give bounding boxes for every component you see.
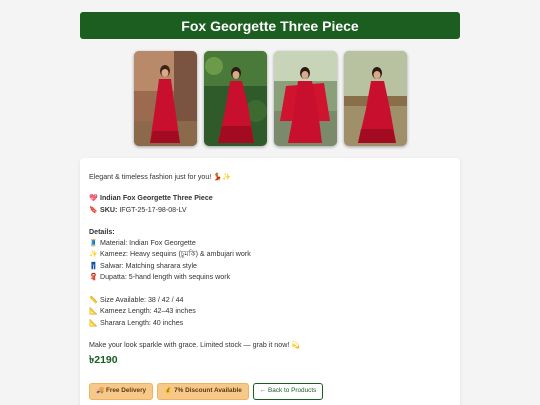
closing-text: Make your look sparkle with grace. Limit… <box>89 340 301 349</box>
sku-label: SKU: <box>99 205 118 214</box>
scarf-icon: 🧣 <box>89 274 98 282</box>
product-gallery <box>134 51 407 146</box>
size-item: 📐 Kameez Length: 42–43 inches <box>89 306 451 318</box>
product-thumbnail-1[interactable] <box>134 51 197 146</box>
product-name-line: 💖 Indian Fox Georgette Three Piece <box>89 193 451 205</box>
discount-label: 7% Discount Available <box>174 387 242 395</box>
model-photo <box>134 51 197 146</box>
ruler-icon: 📏 <box>89 296 98 304</box>
product-thumbnail-4[interactable] <box>344 51 407 146</box>
price: ৳2190 <box>89 353 118 366</box>
money-bag-icon: 💰 <box>164 387 173 395</box>
size-text: Size Available: 38 / 42 / 44 <box>99 295 184 304</box>
size-item: 📏 Size Available: 38 / 42 / 44 <box>89 295 451 307</box>
product-name: Indian Fox Georgette Three Piece <box>99 194 213 203</box>
sku-line: 🔖 SKU: IFGT-25-17-98-08-LV <box>89 205 451 217</box>
product-thumbnail-2[interactable] <box>204 51 267 146</box>
detail-item: 🧵 Material: Indian Fox Georgette <box>89 238 451 250</box>
free-delivery-label: Free Delivery <box>105 387 147 395</box>
detail-text: Material: Indian Fox Georgette <box>99 238 196 247</box>
jeans-icon: 👖 <box>89 262 98 270</box>
sku-value: IFGT-25-17-98-08-LV <box>119 205 187 214</box>
detail-text: Salwar: Matching sharara style <box>99 261 197 270</box>
detail-text: Kameez: Heavy sequins (চুমকি) & ambujari… <box>99 250 251 259</box>
tagline: Elegant & timeless fashion just for you!… <box>89 173 231 181</box>
detail-item: 👖 Salwar: Matching sharara style <box>89 261 451 273</box>
detail-item: ✨ Kameez: Heavy sequins (চুমকি) & ambuja… <box>89 249 451 261</box>
triangle-ruler-icon: 📐 <box>89 308 98 316</box>
model-photo <box>344 51 407 146</box>
product-details-card: Elegant & timeless fashion just for you!… <box>80 158 460 405</box>
back-label: ← Back to Products <box>259 387 317 395</box>
size-text: Kameez Length: 42–43 inches <box>99 307 196 316</box>
truck-icon: 🚚 <box>96 387 104 395</box>
tag-icon: 🔖 <box>89 206 98 214</box>
model-photo <box>274 51 337 146</box>
page-title: Fox Georgette Three Piece <box>80 12 460 39</box>
size-item: 📐 Sharara Length: 40 inches <box>89 318 451 330</box>
detail-item: 🧣 Dupatta: 5-hand length with sequins wo… <box>89 272 451 284</box>
triangle-ruler-icon: 📐 <box>89 319 98 327</box>
heart-icon: 💖 <box>89 195 98 203</box>
detail-text: Dupatta: 5-hand length with sequins work <box>99 273 231 282</box>
free-delivery-badge[interactable]: 🚚 Free Delivery <box>89 383 154 400</box>
discount-badge[interactable]: 💰 7% Discount Available <box>157 383 249 400</box>
details-heading: Details: <box>89 227 115 236</box>
back-to-products-button[interactable]: ← Back to Products <box>252 383 324 400</box>
sparkles-icon: ✨ <box>89 251 98 259</box>
product-thumbnail-3[interactable] <box>274 51 337 146</box>
size-text: Sharara Length: 40 inches <box>99 318 184 327</box>
action-buttons: 🚚 Free Delivery 💰 7% Discount Available … <box>89 383 324 400</box>
model-photo <box>204 51 267 146</box>
spool-icon: 🧵 <box>89 239 98 247</box>
